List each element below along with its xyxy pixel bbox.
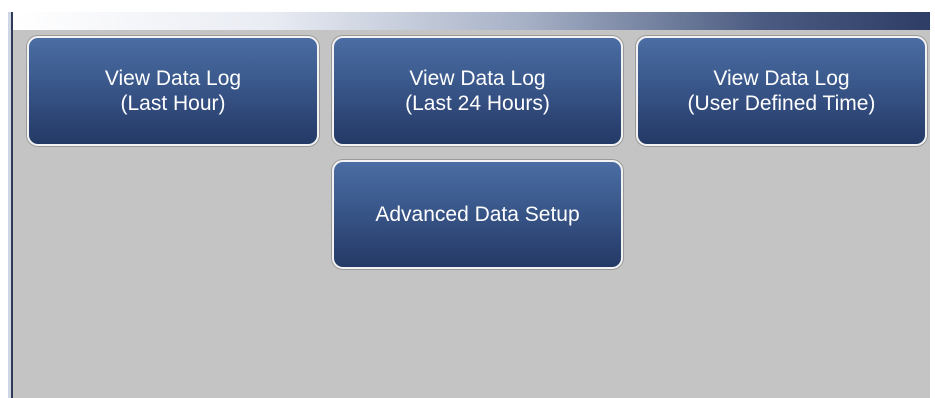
title-bar: [13, 12, 930, 30]
button-label-line1: View Data Log: [104, 67, 242, 90]
button-label-line1: View Data Log: [409, 67, 546, 90]
button-label-line2: (Last Hour): [120, 92, 226, 115]
data-menu-screen: View Data Log (Last Hour) View Data Log …: [13, 12, 930, 398]
device-frame: View Data Log (Last Hour) View Data Log …: [0, 0, 935, 398]
button-label-line2: (Last 24 Hours): [405, 92, 550, 115]
button-label-line1: View Data Log: [713, 67, 850, 90]
view-data-log-user-defined-time-button[interactable]: View Data Log (User Defined Time): [636, 36, 927, 146]
view-data-log-last-24-hours-button[interactable]: View Data Log (Last 24 Hours): [332, 36, 623, 146]
button-label: Advanced Data Setup: [375, 203, 580, 226]
advanced-data-setup-button[interactable]: Advanced Data Setup: [332, 160, 623, 269]
button-label-line2: (User Defined Time): [687, 92, 876, 115]
view-data-log-last-hour-button[interactable]: View Data Log (Last Hour): [27, 36, 319, 146]
